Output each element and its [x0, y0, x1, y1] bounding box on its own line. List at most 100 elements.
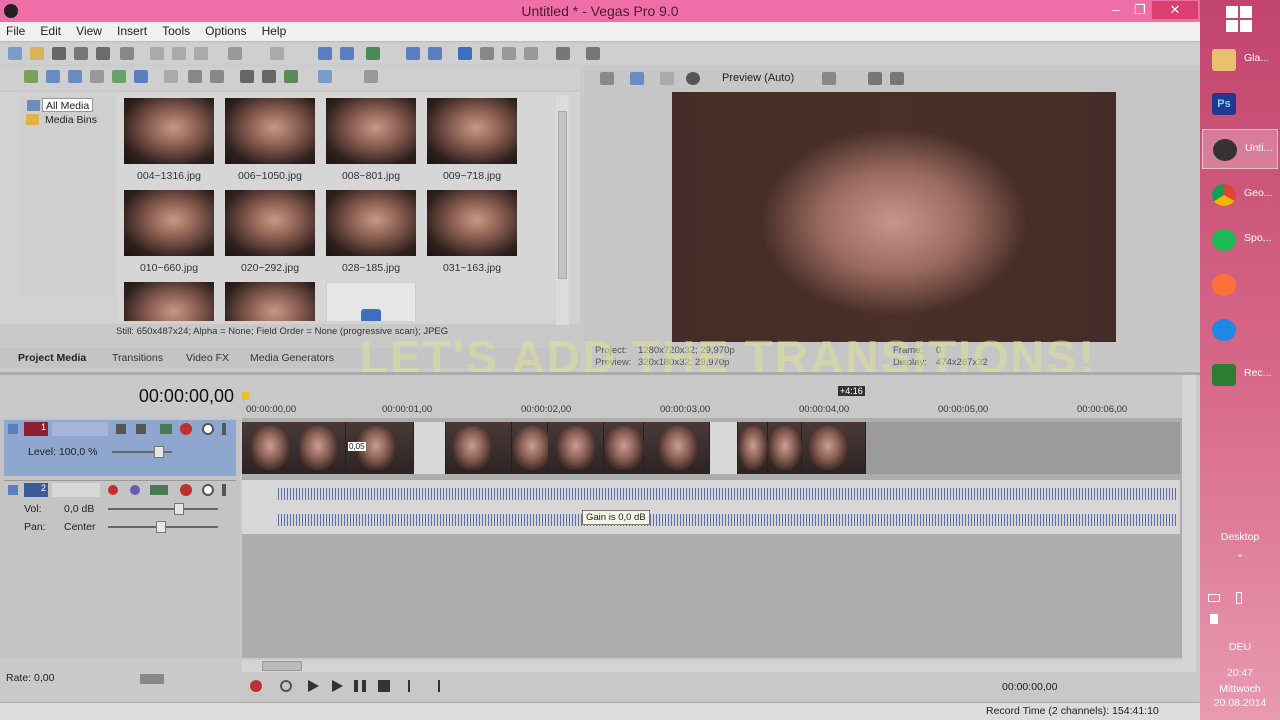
video-clip[interactable] [644, 422, 710, 474]
input-language[interactable]: DEU [1200, 641, 1280, 653]
clock-day[interactable]: Mittwoch [1200, 683, 1280, 695]
cut-icon[interactable] [150, 47, 164, 60]
video-clip[interactable] [446, 422, 512, 474]
mute-icon[interactable] [180, 423, 192, 435]
network-icon[interactable] [1208, 594, 1220, 602]
play-preview-icon[interactable] [240, 70, 254, 83]
video-clip[interactable] [738, 422, 768, 474]
taskbar-item-photoshop[interactable]: Ps [1202, 84, 1278, 124]
save-as-icon[interactable] [74, 47, 88, 60]
close-button[interactable]: ✕ [1152, 1, 1198, 19]
auto-preview-icon[interactable] [284, 70, 298, 83]
taskbar-item-recorder[interactable]: Rec... [1202, 355, 1278, 395]
audio-track-lane[interactable] [242, 480, 1180, 534]
track-fx-icon[interactable] [160, 424, 172, 434]
split-screen-icon[interactable] [686, 72, 700, 85]
normal-edit-tool-icon[interactable] [458, 47, 472, 60]
arm-record-icon[interactable] [108, 485, 118, 495]
auto-ripple-icon[interactable] [340, 47, 354, 60]
track-motion-icon[interactable] [116, 424, 126, 434]
overlays-icon[interactable] [822, 72, 836, 85]
media-thumbnail[interactable] [225, 282, 315, 321]
open-icon[interactable] [30, 47, 44, 60]
tab-media-generators[interactable]: Media Generators [250, 352, 334, 364]
menu-edit[interactable]: Edit [34, 22, 67, 40]
zoom-tool-icon[interactable] [524, 47, 538, 60]
tab-project-media[interactable]: Project Media [18, 352, 86, 364]
media-thumbnail[interactable]: 010~660.jpg [124, 190, 214, 274]
snap-icon[interactable] [318, 47, 332, 60]
copy-snapshot-icon[interactable] [868, 72, 882, 85]
video-clip[interactable] [604, 422, 644, 474]
media-thumbnail[interactable]: 028~185.jpg [326, 190, 416, 274]
play-icon[interactable] [332, 680, 343, 692]
preview-quality-select[interactable]: Preview (Auto) [722, 72, 794, 84]
video-clip[interactable] [802, 422, 866, 474]
external-monitor-icon[interactable] [630, 72, 644, 85]
undo-icon[interactable] [228, 47, 242, 60]
pan-slider-thumb[interactable] [156, 521, 166, 533]
preview-properties-icon[interactable] [600, 72, 614, 85]
solo-icon[interactable] [202, 423, 214, 435]
empty-event[interactable] [414, 422, 446, 474]
restore-button[interactable]: ❐ [1128, 1, 1152, 19]
paste-icon[interactable] [194, 47, 208, 60]
desktop-toolbar-label[interactable]: Desktop [1200, 531, 1280, 543]
level-slider-thumb[interactable] [154, 446, 164, 458]
tab-transitions[interactable]: Transitions [112, 352, 163, 364]
timeline-horizontal-scrollbar[interactable] [242, 660, 1182, 672]
redo-icon[interactable] [270, 47, 284, 60]
media-thumbnail[interactable]: 004~1316.jpg [124, 98, 214, 182]
track-name-field[interactable] [52, 422, 108, 436]
menu-file[interactable]: File [0, 22, 31, 40]
envelope-tool-icon[interactable] [480, 47, 494, 60]
media-fx-icon[interactable] [134, 70, 148, 83]
media-generators-icon[interactable] [210, 70, 224, 83]
windows-start-icon[interactable] [1226, 6, 1252, 32]
volume-icon[interactable] [1210, 614, 1218, 624]
extract-audio-icon[interactable] [90, 70, 104, 83]
media-thumbnail[interactable]: 031~163.jpg [427, 190, 517, 274]
timeline-ruler[interactable]: 00:00:00,00 00:00:01,00 00:00:02,00 00:0… [242, 386, 1182, 418]
ignore-grouping-icon[interactable] [428, 47, 442, 60]
go-to-start-icon[interactable] [408, 680, 418, 692]
track-fx-icon[interactable] [150, 485, 168, 495]
video-clip[interactable] [768, 422, 802, 474]
help-icon[interactable] [556, 47, 570, 60]
scroll-thumb[interactable] [262, 661, 302, 671]
taskbar-item-spotify[interactable]: Spo... [1202, 220, 1278, 260]
loop-icon[interactable] [280, 680, 292, 692]
taskbar-item-app[interactable] [1202, 310, 1278, 350]
rate-slider[interactable] [140, 674, 164, 684]
mute-icon[interactable] [180, 484, 192, 496]
minimize-button[interactable]: ‒ [1104, 1, 1128, 19]
render-icon[interactable] [96, 47, 110, 60]
video-clip[interactable] [242, 422, 346, 474]
tree-item-media-bins[interactable]: Media Bins [26, 113, 100, 127]
track-minimize-icon[interactable] [8, 424, 18, 434]
track-name-field[interactable] [52, 483, 100, 497]
capture-video-icon[interactable] [46, 70, 60, 83]
tab-video-fx[interactable]: Video FX [186, 352, 229, 364]
media-properties-icon[interactable] [188, 70, 202, 83]
search-icon[interactable] [364, 70, 378, 83]
panel-divider[interactable] [0, 372, 1200, 375]
play-from-start-icon[interactable] [308, 680, 319, 692]
menu-insert[interactable]: Insert [111, 22, 153, 40]
solo-icon[interactable] [202, 484, 214, 496]
preview-fx-icon[interactable] [660, 72, 674, 85]
audio-track-header[interactable]: 2 Vol: 0,0 dB Pan: Center [4, 480, 236, 536]
go-to-end-icon[interactable] [430, 680, 440, 692]
tree-item-all-media[interactable]: All Media [27, 98, 94, 112]
lock-envelopes-icon[interactable] [366, 47, 380, 60]
track-menu-icon[interactable] [222, 423, 226, 435]
media-thumbnail[interactable]: 009~718.jpg [427, 98, 517, 182]
get-media-web-icon[interactable] [112, 70, 126, 83]
copy-icon[interactable] [172, 47, 186, 60]
taskbar-item-chrome[interactable]: Geo... [1202, 175, 1278, 215]
media-thumbnail[interactable]: 006~1050.jpg [225, 98, 315, 182]
timeline-vertical-scrollbar[interactable] [1182, 375, 1196, 672]
selection-tool-icon[interactable] [502, 47, 516, 60]
chevron-down-icon[interactable]: ⌄ [1200, 548, 1280, 560]
battery-icon[interactable] [1236, 592, 1242, 604]
